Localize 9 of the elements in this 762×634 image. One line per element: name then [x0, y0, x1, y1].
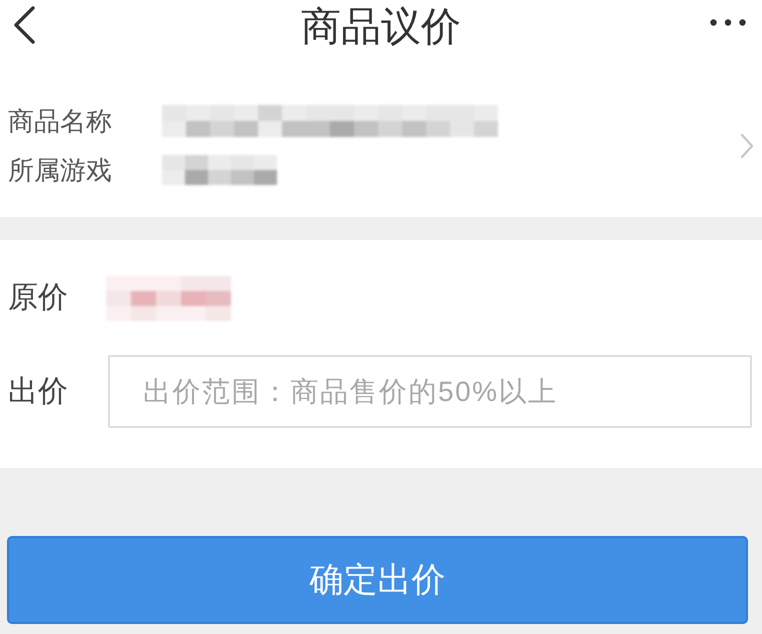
field-label: 商品名称	[8, 105, 113, 137]
bid-input-field[interactable]: 出价范围：商品售价的50%以上	[108, 355, 752, 428]
back-icon[interactable]	[12, 6, 36, 44]
field-label: 出价	[8, 374, 69, 410]
page-title: 商品议价	[301, 4, 461, 50]
field-label: 所属游戏	[8, 154, 113, 186]
more-icon[interactable]	[710, 19, 746, 26]
field-label: 原价	[8, 280, 69, 316]
confirm-bid-button[interactable]: 确定出价	[7, 536, 748, 624]
